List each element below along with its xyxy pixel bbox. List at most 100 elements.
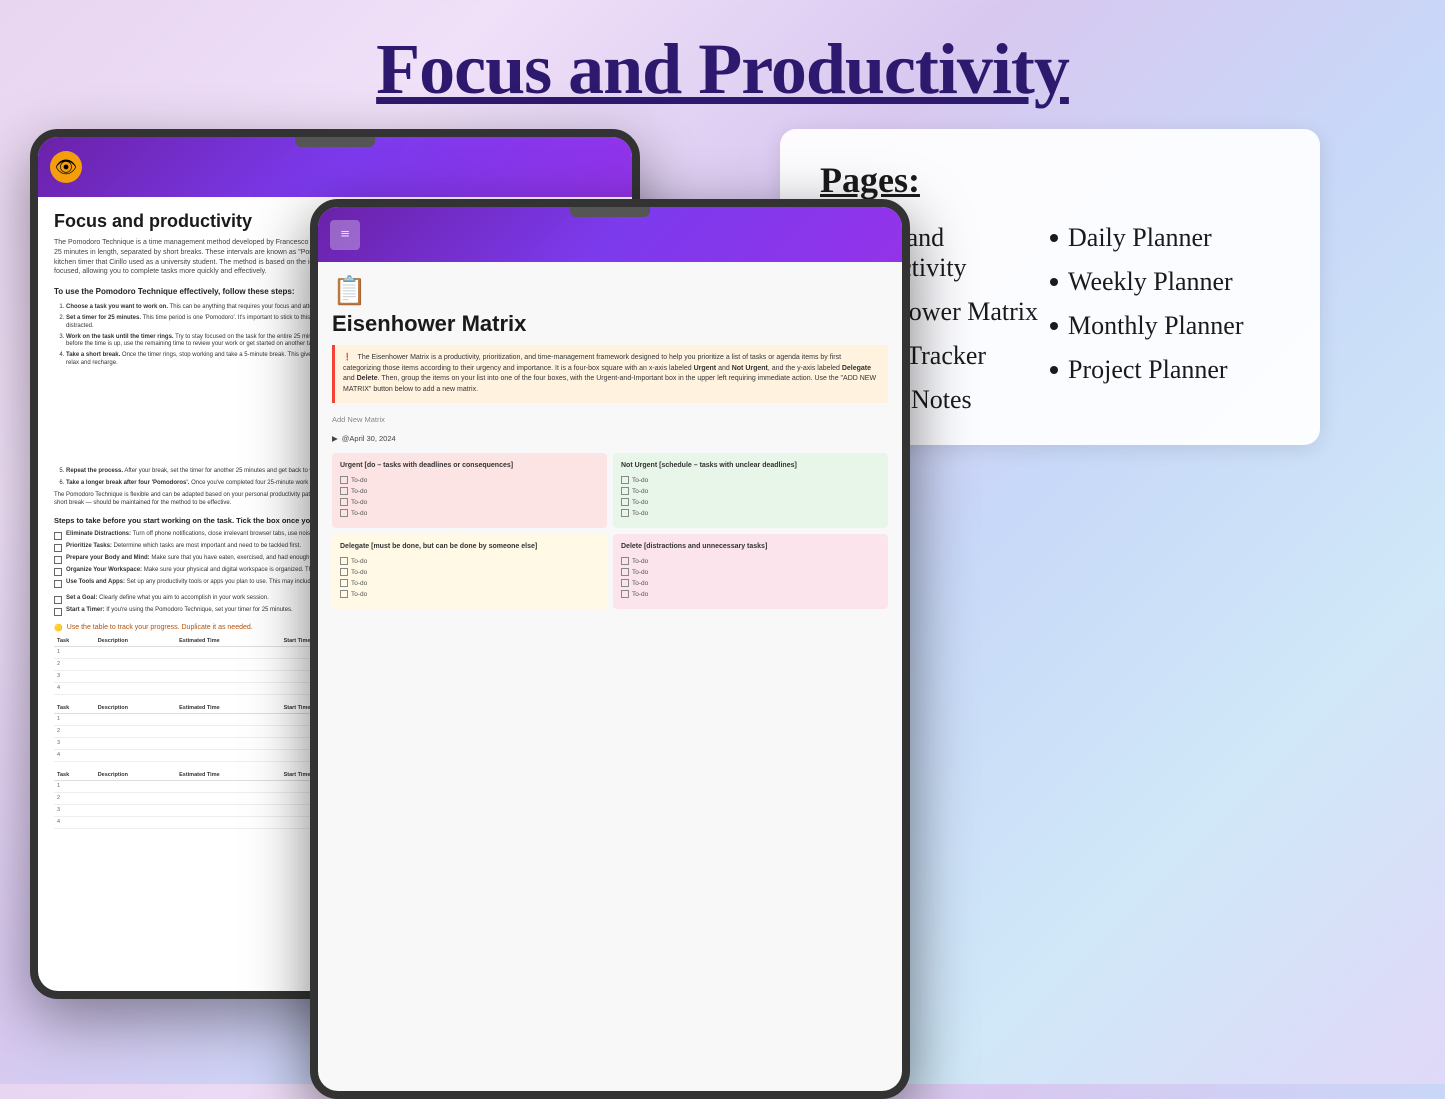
quadrant-urgent-important: Urgent [do – tasks with deadlines or con… [332,453,607,528]
quadrant-title-delete: Delete [distractions and unnecessary tas… [621,542,880,551]
matrix-title: Eisenhower Matrix [332,311,888,337]
todo-text: To-do [351,477,367,484]
checkbox-box-tools[interactable] [54,580,62,588]
todo-text: To-do [632,569,648,576]
todo-checkbox[interactable] [340,487,348,495]
todo-item: To-do [621,590,880,598]
todo-item: To-do [340,590,599,598]
col-task: Task [54,636,95,647]
col-description: Description [95,636,176,647]
todo-item: To-do [340,487,599,495]
todo-text: To-do [632,591,648,598]
todo-checkbox[interactable] [340,509,348,517]
main-title-section: Focus and Productivity [0,0,1445,129]
todo-checkbox[interactable] [621,557,629,565]
checkbox-label-prioritize: Prioritize Tasks: Determine which tasks … [66,543,301,551]
todo-text: To-do [632,558,648,565]
page-name-daily: Daily Planner [1068,223,1212,253]
page-item-daily[interactable]: Daily Planner [1050,223,1280,253]
page-item-weekly[interactable]: Weekly Planner [1050,267,1280,297]
page-item-monthly[interactable]: Monthly Planner [1050,311,1280,341]
todo-checkbox[interactable] [621,509,629,517]
checkbox-label-goal: Set a Goal: Clearly define what you aim … [66,595,269,603]
todo-item: To-do [621,476,880,484]
todo-checkbox[interactable] [621,476,629,484]
todo-text: To-do [632,510,648,517]
todo-text: To-do [351,591,367,598]
todo-text: To-do [351,558,367,565]
col-est-time-2: Estimated Time [176,703,281,714]
todo-item: To-do [621,498,880,506]
checkbox-box-eliminate[interactable] [54,532,62,540]
page-title: Focus and Productivity [0,28,1445,111]
todo-checkbox[interactable] [621,579,629,587]
todo-item: To-do [621,579,880,587]
todo-item: To-do [340,476,599,484]
todo-item: To-do [340,568,599,576]
todo-item: To-do [340,579,599,587]
bullet-icon [1050,234,1058,242]
todo-checkbox[interactable] [621,498,629,506]
todo-text: To-do [632,488,648,495]
todo-text: To-do [632,499,648,506]
quadrant-title-schedule: Not Urgent [schedule – tasks with unclea… [621,461,880,470]
triangle-icon: ▶ [332,434,338,443]
todo-checkbox[interactable] [621,568,629,576]
todo-item: To-do [340,509,599,517]
todo-text: To-do [632,580,648,587]
page-name-project: Project Planner [1068,355,1228,385]
checkbox-box-organize[interactable] [54,568,62,576]
table-emoji-icon: 🟡 [54,624,63,632]
todo-checkbox[interactable] [621,487,629,495]
tablet-screen-2: ≡ 📋 Eisenhower Matrix ❗ The Eisenhower M… [318,207,902,1091]
add-matrix-button[interactable]: Add New Matrix [332,411,888,428]
todo-checkbox[interactable] [340,476,348,484]
bullet-icon [1050,278,1058,286]
bullet-icon [1050,322,1058,330]
todo-item: To-do [621,487,880,495]
red-warning-icon: ❗ [343,354,352,361]
todo-text: To-do [351,580,367,587]
todo-item: To-do [340,557,599,565]
todo-text: To-do [632,477,648,484]
tablet-2-icon: ≡ [330,220,360,250]
todo-checkbox[interactable] [340,568,348,576]
col-est-time: Estimated Time [176,636,281,647]
todo-item: To-do [621,557,880,565]
quadrant-delegate: Delegate [must be done, but can be done … [332,534,607,609]
todo-checkbox[interactable] [340,590,348,598]
checkbox-box-goal[interactable] [54,596,62,604]
todo-checkbox[interactable] [621,590,629,598]
tablet-app-icon: 👁 [50,151,82,183]
matrix-description: ❗ The Eisenhower Matrix is a productivit… [332,345,888,403]
checkbox-box-prepare[interactable] [54,556,62,564]
todo-text: To-do [351,488,367,495]
checkbox-box-prioritize[interactable] [54,544,62,552]
tablet-notch [295,137,375,147]
col-description-3: Description [95,770,176,781]
tablet-2-notch [570,207,650,217]
matrix-date: ▶ @April 30, 2024 [332,434,888,443]
col-description-2: Description [95,703,176,714]
page-name-monthly: Monthly Planner [1068,311,1244,341]
page-name-weekly: Weekly Planner [1068,267,1233,297]
quadrant-delete: Delete [distractions and unnecessary tas… [613,534,888,609]
todo-checkbox[interactable] [340,498,348,506]
notebook-icon: 📋 [332,274,888,307]
bullet-icon [1050,366,1058,374]
quadrant-not-urgent-important: Not Urgent [schedule – tasks with unclea… [613,453,888,528]
todo-text: To-do [351,569,367,576]
checkbox-box-timer[interactable] [54,608,62,616]
col-task-2: Task [54,703,95,714]
quadrant-title-urgent: Urgent [do – tasks with deadlines or con… [340,461,599,470]
matrix-grid: Urgent [do – tasks with deadlines or con… [332,453,888,609]
pages-title: Pages: [820,159,1280,201]
todo-checkbox[interactable] [340,579,348,587]
tablet-content-2: 📋 Eisenhower Matrix ❗ The Eisenhower Mat… [318,262,902,1091]
todo-item: To-do [621,509,880,517]
page-item-project[interactable]: Project Planner [1050,355,1280,385]
todo-text: To-do [351,499,367,506]
todo-checkbox[interactable] [340,557,348,565]
tablet-eisenhower: ≡ 📋 Eisenhower Matrix ❗ The Eisenhower M… [310,199,910,1099]
tablets-area: 👁 Focus and productivity The Pomodoro Te… [30,129,690,1083]
